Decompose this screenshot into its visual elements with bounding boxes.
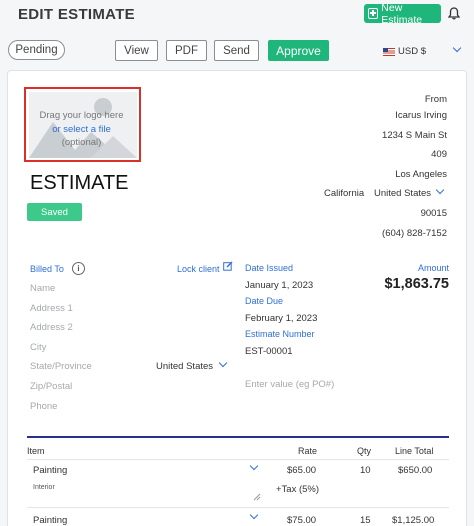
bell-icon[interactable]	[448, 7, 460, 20]
client-city-input[interactable]: City	[30, 342, 46, 353]
from-zip[interactable]: 90015	[421, 208, 447, 219]
chevron-down-icon[interactable]	[452, 43, 462, 53]
resize-handle-icon[interactable]	[253, 493, 261, 501]
currency-label: USD $	[398, 46, 426, 57]
row1-rate[interactable]: $65.00	[287, 465, 316, 476]
date-due-input[interactable]: February 1, 2023	[245, 313, 317, 324]
row1-item[interactable]: Painting	[33, 465, 67, 476]
from-name[interactable]: Icarus Irving	[395, 110, 447, 121]
new-estimate-label: New Estimate	[381, 1, 423, 26]
amount-value: $1,863.75	[384, 276, 449, 292]
client-address1-input[interactable]: Address 1	[30, 303, 73, 314]
client-country-select[interactable]: United States	[156, 361, 213, 372]
row1-qty[interactable]: 10	[360, 465, 371, 476]
client-zip-input[interactable]: Zip/Postal	[30, 381, 72, 392]
table-divider	[27, 436, 449, 438]
row-separator	[27, 459, 449, 460]
view-button[interactable]: View	[115, 40, 158, 61]
client-address2-input[interactable]: Address 2	[30, 322, 73, 333]
status-pill[interactable]: Pending	[8, 40, 65, 60]
row1-desc[interactable]: Interior	[33, 484, 55, 491]
edit-icon[interactable]	[223, 261, 233, 271]
from-label: From	[424, 94, 447, 105]
from-city[interactable]: Los Angeles	[395, 169, 447, 180]
client-phone-input[interactable]: Phone	[30, 401, 57, 412]
logo-drag-text: Drag your logo here	[39, 110, 124, 121]
date-issued-label: Date Issued	[245, 263, 294, 273]
saved-badge: Saved	[27, 203, 82, 221]
from-phone[interactable]: (604) 828-7152	[382, 228, 447, 239]
logo-dropzone[interactable]: Drag your logo here or select a file (op…	[24, 87, 141, 162]
currency-select[interactable]: USD $	[383, 46, 426, 57]
amount-label: Amount	[417, 263, 449, 273]
col-qty-header: Qty	[357, 446, 372, 456]
select-file-link[interactable]: or select a file	[26, 123, 137, 137]
date-due-label: Date Due	[245, 296, 284, 306]
col-item-header: Item	[27, 446, 45, 456]
col-rate-header: Rate	[298, 446, 318, 456]
logo-optional-text: (optional)	[61, 137, 102, 148]
row2-item[interactable]: Painting	[33, 515, 67, 526]
from-address[interactable]: 1234 S Main St	[382, 130, 447, 141]
from-state[interactable]: California	[324, 188, 364, 199]
new-estimate-button[interactable]: New Estimate	[364, 1, 441, 26]
billed-to-label: Billed To	[30, 264, 64, 274]
from-country-select[interactable]: United States	[374, 188, 431, 199]
col-total-header: Line Total	[395, 446, 434, 456]
estimate-number-label: Estimate Number	[245, 329, 315, 339]
row-separator	[27, 507, 449, 508]
approve-button[interactable]: Approve	[268, 40, 329, 61]
plus-icon	[368, 8, 379, 19]
from-unit[interactable]: 409	[431, 149, 447, 160]
client-state-input[interactable]: State/Province	[30, 361, 92, 372]
row1-tax[interactable]: +Tax (5%)	[276, 484, 319, 495]
date-issued-input[interactable]: January 1, 2023	[245, 280, 313, 291]
send-button[interactable]: Send	[214, 40, 259, 61]
po-input[interactable]: Enter value (eg PO#)	[245, 379, 334, 390]
us-flag-icon	[383, 47, 395, 56]
client-name-input[interactable]: Name	[30, 283, 55, 294]
row2-rate[interactable]: $75.00	[287, 515, 316, 526]
row2-qty[interactable]: 15	[360, 515, 371, 526]
document-title: ESTIMATE	[30, 172, 129, 194]
pdf-button[interactable]: PDF	[166, 40, 207, 61]
lock-client-link[interactable]: Lock client	[177, 264, 220, 274]
row2-total: $1,125.00	[392, 515, 435, 526]
info-icon[interactable]: i	[72, 262, 85, 275]
row1-total: $650.00	[398, 465, 433, 476]
page-title: EDIT ESTIMATE	[18, 6, 135, 23]
estimate-number-input[interactable]: EST-00001	[245, 346, 293, 357]
